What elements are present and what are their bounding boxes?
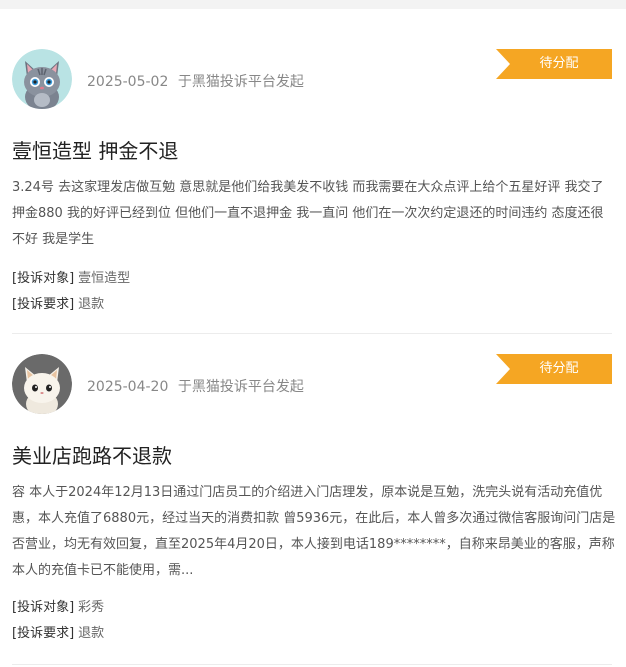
complaint-demand: [投诉要求] 退款 bbox=[12, 293, 104, 312]
complaint-target: [投诉对象] 彩秀 bbox=[12, 596, 104, 615]
complaint-header: 2025-04-20 于黑猫投诉平台发起 待分配 bbox=[12, 354, 612, 414]
complaint-title[interactable]: 美业店跑路不退款 bbox=[12, 440, 172, 469]
complaint-meta: 2025-05-02 于黑猫投诉平台发起 bbox=[87, 71, 304, 91]
demand-label: [投诉要求] bbox=[12, 626, 75, 641]
demand-value: 退款 bbox=[78, 297, 105, 312]
demand-value: 退款 bbox=[78, 626, 105, 641]
target-label: [投诉对象] bbox=[12, 271, 75, 286]
complaint-meta: 2025-04-20 于黑猫投诉平台发起 bbox=[87, 376, 304, 396]
gray-cat-avatar[interactable] bbox=[12, 49, 72, 109]
complaint-demand: [投诉要求] 退款 bbox=[12, 622, 104, 641]
complaint-card[interactable]: 2025-05-02 于黑猫投诉平台发起 待分配 壹恒造型 押金不退 3.24号… bbox=[12, 9, 612, 334]
white-cat-avatar[interactable] bbox=[12, 354, 72, 414]
complaint-date: 2025-04-20 bbox=[87, 379, 169, 395]
target-label: [投诉对象] bbox=[12, 600, 75, 615]
target-value: 彩秀 bbox=[78, 600, 105, 615]
demand-label: [投诉要求] bbox=[12, 297, 75, 312]
complaint-date: 2025-05-02 bbox=[87, 74, 169, 90]
status-badge: 待分配 bbox=[496, 49, 612, 79]
complaint-title[interactable]: 壹恒造型 押金不退 bbox=[12, 135, 178, 164]
status-badge: 待分配 bbox=[496, 354, 612, 384]
complaint-target: [投诉对象] 壹恒造型 bbox=[12, 267, 130, 286]
complaint-header: 2025-05-02 于黑猫投诉平台发起 待分配 bbox=[12, 49, 612, 109]
top-bar bbox=[0, 0, 626, 9]
complaint-source: 于黑猫投诉平台发起 bbox=[177, 379, 304, 395]
complaint-description: 容 本人于2024年12月13日通过门店员工的介绍进入门店理发，原本说是互勉，洗… bbox=[12, 485, 616, 578]
complaint-source: 于黑猫投诉平台发起 bbox=[177, 74, 304, 90]
complaint-description: 3.24号 去这家理发店做互勉 意思就是他们给我美发不收钱 而我需要在大众点评上… bbox=[12, 180, 604, 247]
target-value: 壹恒造型 bbox=[78, 271, 131, 286]
complaint-card[interactable]: 2025-04-20 于黑猫投诉平台发起 待分配 美业店跑路不退款 容 本人于2… bbox=[12, 334, 615, 665]
